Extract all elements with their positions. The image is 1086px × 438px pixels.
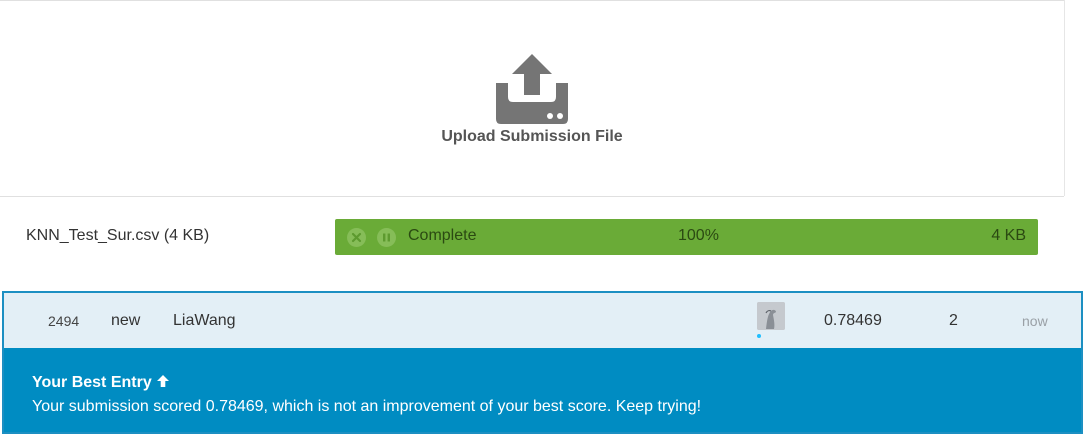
- pause-icon[interactable]: [377, 228, 396, 247]
- progress-percent: 100%: [678, 227, 719, 244]
- banner-title-text: Your Best Entry: [32, 374, 152, 391]
- score: 0.78469: [824, 312, 882, 329]
- entries-count: 2: [949, 312, 958, 329]
- last-submission: now: [1022, 313, 1048, 329]
- upload-dropzone[interactable]: Upload Submission File: [0, 1, 1064, 196]
- leaderboard-row[interactable]: 2494 new LiaWang 0.78469 2 now: [4, 293, 1081, 348]
- arrow-up-icon: [156, 374, 170, 393]
- best-entry-banner: Your Best Entry Your submission scored 0…: [4, 348, 1081, 432]
- team-name[interactable]: LiaWang: [173, 312, 236, 330]
- upload-label[interactable]: Upload Submission File: [0, 128, 1064, 146]
- file-name: KNN_Test_Sur.csv (4 KB): [26, 227, 210, 244]
- progress-status: Complete: [408, 227, 477, 244]
- upload-icon[interactable]: [494, 52, 570, 126]
- rank: 2494: [48, 313, 80, 329]
- avatar-status-dot: [757, 334, 761, 338]
- submission-result-card: 2494 new LiaWang 0.78469 2 now Your Best…: [2, 291, 1083, 434]
- upload-zone-edge: [1064, 0, 1065, 196]
- progress-size: 4 KB: [991, 227, 1026, 244]
- upload-progress-bar: Complete 100% 4 KB: [335, 219, 1038, 255]
- rank-change: new: [111, 312, 141, 329]
- avatar[interactable]: [757, 302, 785, 330]
- section-divider: [0, 196, 1064, 197]
- cancel-icon[interactable]: [347, 228, 366, 247]
- banner-message: Your submission scored 0.78469, which is…: [32, 398, 702, 415]
- banner-title: Your Best Entry: [32, 374, 170, 393]
